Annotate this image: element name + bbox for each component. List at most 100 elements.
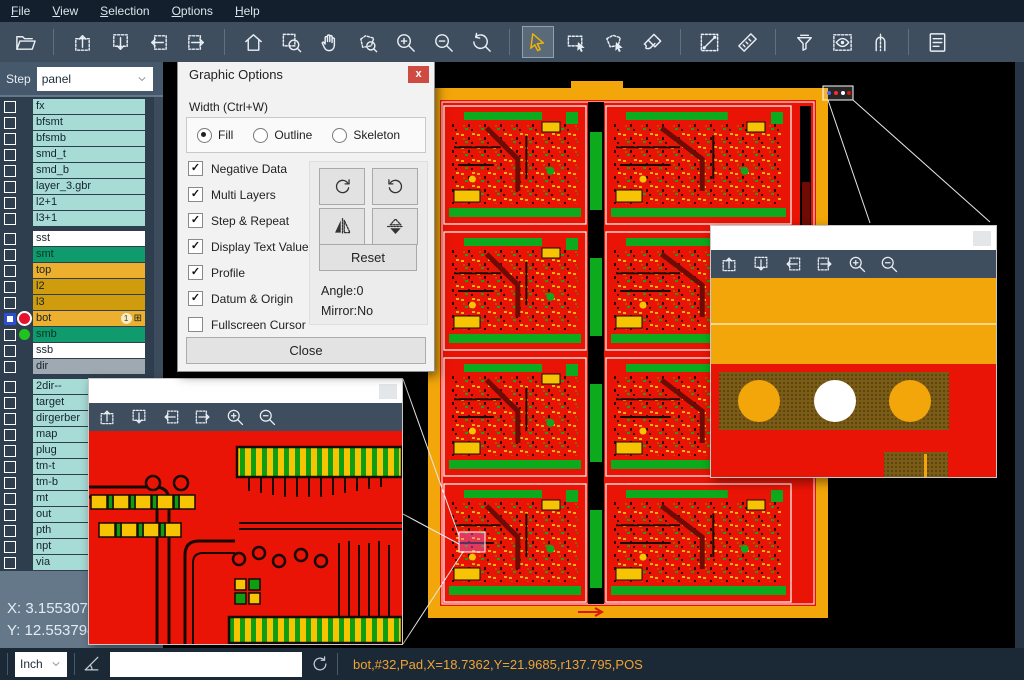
layer-row-bfsmb[interactable]: bfsmb	[0, 131, 163, 146]
radio-fill[interactable]: Fill	[197, 128, 233, 143]
layer-name-chip[interactable]: l2+1	[33, 195, 145, 210]
layer-name-chip[interactable]: sst	[33, 231, 145, 246]
mirror-horizontal-button[interactable]	[319, 208, 365, 245]
popup-collapse-button[interactable]	[379, 384, 397, 399]
layer-visibility-checkbox[interactable]	[4, 381, 16, 393]
layer-visibility-checkbox[interactable]	[4, 509, 16, 521]
close-icon[interactable]: x	[408, 66, 429, 83]
radio-outline[interactable]: Outline	[253, 128, 312, 143]
menu-file[interactable]: File	[0, 1, 41, 21]
tool-filter[interactable]	[789, 27, 819, 57]
layer-visibility-checkbox[interactable]	[4, 297, 16, 309]
tool-report-list[interactable]	[922, 27, 952, 57]
layer-row-l2[interactable]: l2	[0, 279, 163, 294]
checkbox-display-text-value[interactable]: ✓Display Text Value	[188, 239, 309, 254]
popup-tool-pan-right[interactable]	[814, 253, 836, 275]
checkbox-negative-data[interactable]: ✓Negative Data	[188, 161, 309, 176]
tool-snap-loop[interactable]	[865, 27, 895, 57]
checkbox-step-repeat[interactable]: ✓Step & Repeat	[188, 213, 309, 228]
tool-home[interactable]	[238, 27, 268, 57]
layer-visibility-checkbox[interactable]	[4, 133, 16, 145]
layer-name-chip[interactable]: bfsmt	[33, 115, 145, 130]
layer-row-smd_t[interactable]: smd_t	[0, 147, 163, 162]
reset-button[interactable]: Reset	[319, 244, 417, 271]
popup-tool-pan-up[interactable]	[96, 406, 118, 428]
refresh-icon[interactable]	[310, 654, 330, 674]
layer-row-bot[interactable]: bot1⊞	[0, 311, 163, 326]
checkbox-fullscreen-cursor[interactable]: Fullscreen Cursor	[188, 317, 309, 332]
layer-row-l3[interactable]: l3	[0, 295, 163, 310]
tool-pan-right[interactable]	[181, 27, 211, 57]
layer-row-bfsmt[interactable]: bfsmt	[0, 115, 163, 130]
tool-zoom-out[interactable]	[428, 27, 458, 57]
layer-visibility-checkbox[interactable]	[4, 445, 16, 457]
layer-visibility-checkbox[interactable]	[4, 281, 16, 293]
popup-zoom-view[interactable]	[711, 278, 996, 477]
popup-tool-pan-left[interactable]	[782, 253, 804, 275]
layer-visibility-checkbox[interactable]	[4, 397, 16, 409]
layer-visibility-checkbox[interactable]	[4, 461, 16, 473]
layer-visibility-checkbox[interactable]	[4, 313, 16, 325]
layer-row-layer_3.gbr[interactable]: layer_3.gbr	[0, 179, 163, 194]
tool-zoom-area[interactable]	[276, 27, 306, 57]
menu-view[interactable]: View	[41, 1, 89, 21]
step-select[interactable]: panel	[37, 67, 153, 91]
layer-row-smt[interactable]: smt	[0, 247, 163, 262]
menu-selection[interactable]: Selection	[89, 1, 160, 21]
command-input[interactable]	[110, 652, 302, 677]
layer-row-ssb[interactable]: ssb	[0, 343, 163, 358]
radio-skeleton[interactable]: Skeleton	[332, 128, 400, 143]
layer-visibility-checkbox[interactable]	[4, 265, 16, 277]
rotate-ccw-button[interactable]	[372, 168, 418, 205]
layer-row-fx[interactable]: fx	[0, 99, 163, 114]
tool-zoom-previous[interactable]	[466, 27, 496, 57]
menu-help[interactable]: Help	[224, 1, 271, 21]
layer-name-chip[interactable]: bfsmb	[33, 131, 145, 146]
tool-clean-brush[interactable]	[637, 27, 667, 57]
popup-tool-zoom-out[interactable]	[256, 406, 278, 428]
close-button[interactable]: Close	[186, 337, 426, 364]
layer-visibility-checkbox[interactable]	[4, 361, 16, 373]
tool-open-folder[interactable]	[10, 27, 40, 57]
tool-pan-hand[interactable]	[314, 27, 344, 57]
tool-select-cursor[interactable]	[523, 27, 553, 57]
layer-visibility-checkbox[interactable]	[4, 181, 16, 193]
layer-visibility-checkbox[interactable]	[4, 493, 16, 505]
tool-pan-left[interactable]	[143, 27, 173, 57]
tool-zoom-in[interactable]	[390, 27, 420, 57]
dialog-title-bar[interactable]: Graphic Options x	[178, 59, 434, 89]
tool-pan-up[interactable]	[67, 27, 97, 57]
tool-pan-down[interactable]	[105, 27, 135, 57]
layer-row-l2+1[interactable]: l2+1	[0, 195, 163, 210]
layer-visibility-checkbox[interactable]	[4, 197, 16, 209]
layer-name-chip[interactable]: l2	[33, 279, 145, 294]
layer-visibility-checkbox[interactable]	[4, 249, 16, 261]
layer-visibility-checkbox[interactable]	[4, 557, 16, 569]
layer-visibility-checkbox[interactable]	[4, 413, 16, 425]
layer-row-smd_b[interactable]: smd_b	[0, 163, 163, 178]
layer-visibility-checkbox[interactable]	[4, 149, 16, 161]
layer-name-chip[interactable]: l3+1	[33, 211, 145, 226]
popup-zoom-view[interactable]	[89, 431, 402, 644]
layer-row-sst[interactable]: sst	[0, 231, 163, 246]
tool-view-visibility[interactable]	[827, 27, 857, 57]
tool-polygon-select[interactable]	[599, 27, 629, 57]
layer-visibility-checkbox[interactable]	[4, 165, 16, 177]
checkbox-multi-layers[interactable]: ✓Multi Layers	[188, 187, 309, 202]
mirror-vertical-button[interactable]	[372, 208, 418, 245]
layer-visibility-checkbox[interactable]	[4, 477, 16, 489]
popup-title-bar[interactable]	[89, 379, 402, 403]
popup-tool-zoom-in[interactable]	[846, 253, 868, 275]
tool-ruler[interactable]	[732, 27, 762, 57]
popup-tool-pan-right[interactable]	[192, 406, 214, 428]
layer-name-chip[interactable]: dir	[33, 359, 145, 374]
menu-options[interactable]: Options	[161, 1, 224, 21]
layer-name-chip[interactable]: smt	[33, 247, 145, 262]
popup-tool-zoom-out[interactable]	[878, 253, 900, 275]
layer-row-top[interactable]: top	[0, 263, 163, 278]
popup-tool-zoom-in[interactable]	[224, 406, 246, 428]
tool-rect-select[interactable]	[561, 27, 591, 57]
popup-tool-pan-down[interactable]	[128, 406, 150, 428]
layer-visibility-checkbox[interactable]	[4, 541, 16, 553]
popup-tool-pan-left[interactable]	[160, 406, 182, 428]
